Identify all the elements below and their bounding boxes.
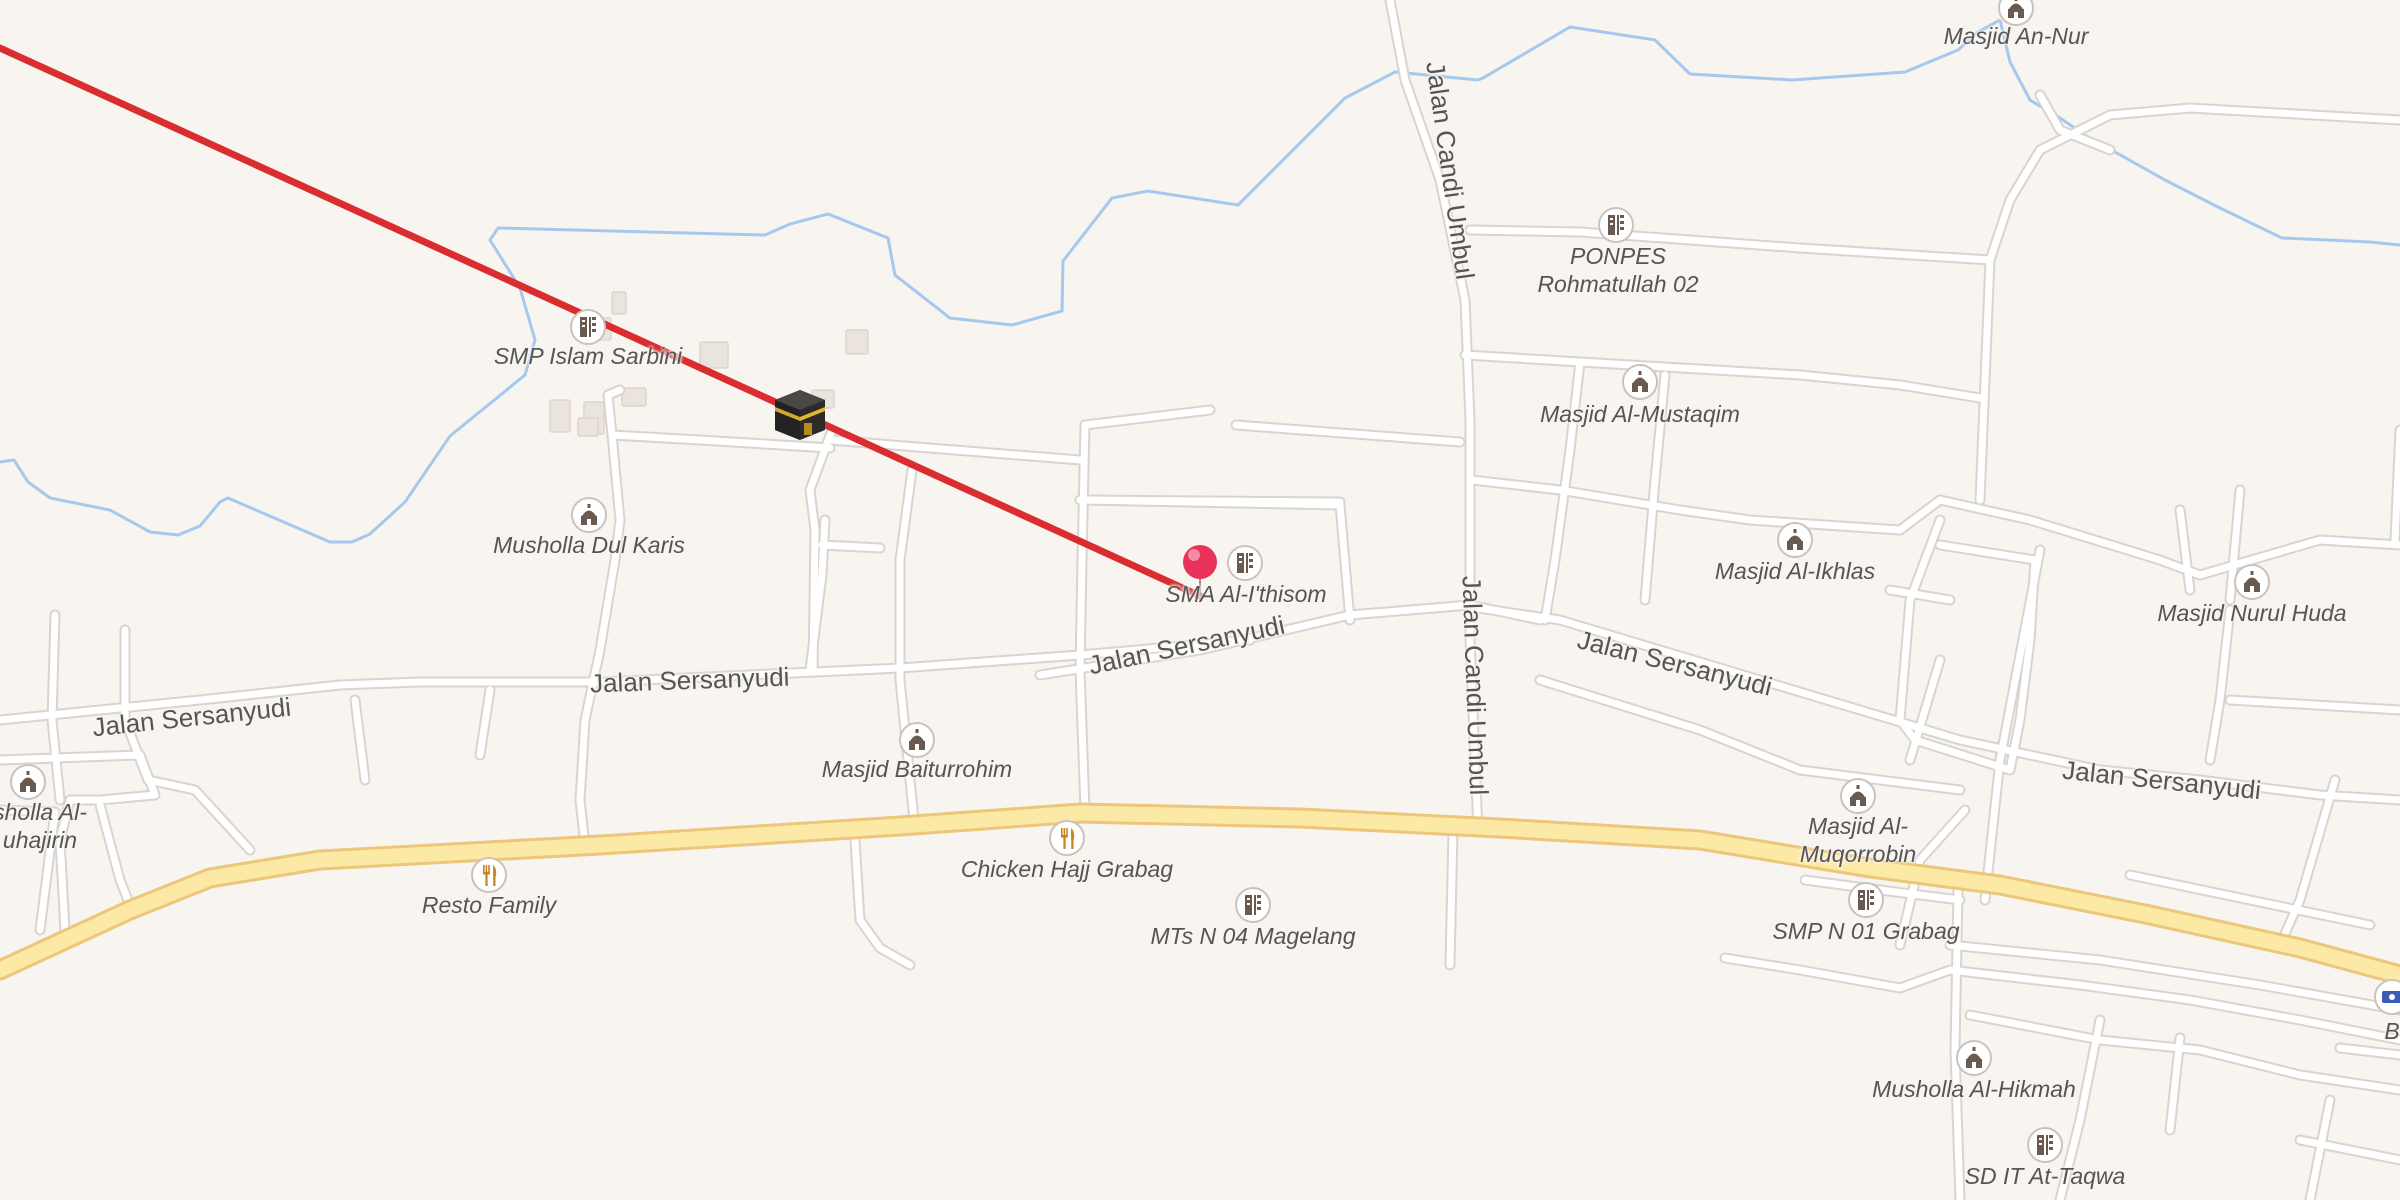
- mosque-icon[interactable]: [1622, 364, 1658, 400]
- road-segment: [1446, 826, 1457, 969]
- map-canvas[interactable]: Jalan Sersanyudi Jalan Sersanyudi Jalan …: [0, 0, 2400, 1200]
- poi-label[interactable]: Masjid Al-Mustaqim: [1540, 400, 1740, 428]
- building: [549, 399, 571, 433]
- poi-label[interactable]: Chicken Hajj Grabag: [961, 855, 1173, 883]
- poi-label[interactable]: sholla Al- uhajirin: [0, 798, 87, 854]
- poi-label[interactable]: Masjid An-Nur: [1944, 22, 2089, 50]
- school-icon: [580, 317, 596, 337]
- building: [845, 329, 869, 355]
- poi-label[interactable]: MTs N 04 Magelang: [1151, 922, 1356, 950]
- road-segment: [2226, 696, 2400, 714]
- school-icon: [1237, 553, 1253, 573]
- mosque-icon: [2244, 571, 2260, 592]
- mosque-icon: [2008, 0, 2024, 18]
- mosque-icon[interactable]: [571, 497, 607, 533]
- mosque-icon[interactable]: [2234, 564, 2270, 600]
- school-icon: [1245, 895, 1261, 915]
- school-icon: [2037, 1135, 2053, 1155]
- road-segment: [2391, 426, 2400, 544]
- road-segment: [2176, 506, 2194, 594]
- river: [0, 18, 2001, 544]
- mosque-icon: [909, 729, 925, 750]
- school-icon[interactable]: [1227, 545, 1263, 581]
- poi-label[interactable]: Musholla Dul Karis: [493, 531, 685, 559]
- poi-label[interactable]: Masjid Al-Ikhlas: [1715, 557, 1875, 585]
- building: [621, 387, 647, 407]
- school-icon[interactable]: [570, 309, 606, 345]
- school-icon: [1608, 215, 1624, 235]
- road-segment: [1076, 496, 1344, 506]
- school-icon[interactable]: [2027, 1127, 2063, 1163]
- bank-icon: [2382, 991, 2400, 1003]
- poi-label[interactable]: SD IT At-Taqwa: [1965, 1162, 2126, 1190]
- restaurant-icon: [1061, 828, 1075, 849]
- road-casing-segment: [119, 624, 256, 856]
- poi-label[interactable]: Masjid Al- Muqorrobin: [1800, 812, 1916, 868]
- building: [611, 291, 627, 315]
- road-casing-segment: [1974, 102, 2400, 506]
- mosque-icon: [1966, 1047, 1982, 1068]
- school-icon[interactable]: [1848, 882, 1884, 918]
- road-segment: [818, 541, 884, 552]
- road-segment: [1076, 421, 1089, 814]
- mosque-icon: [20, 771, 36, 792]
- poi-label[interactable]: Resto Family: [422, 891, 556, 919]
- poi-label[interactable]: SMP Islam Sarbini: [494, 342, 682, 370]
- poi-label[interactable]: B: [2384, 1017, 2399, 1045]
- mosque-icon: [1787, 529, 1803, 550]
- poi-label[interactable]: SMP N 01 Grabag: [1772, 917, 1959, 945]
- road-segment: [476, 686, 494, 759]
- mosque-icon: [1850, 785, 1866, 806]
- poi-label[interactable]: Musholla Al-Hikmah: [1872, 1075, 2076, 1103]
- mosque-icon[interactable]: [1840, 778, 1876, 814]
- mosque-icon[interactable]: [899, 722, 935, 758]
- road-segment: [1976, 104, 2400, 504]
- poi-label[interactable]: Masjid Baiturrohim: [822, 755, 1012, 783]
- restaurant-icon[interactable]: [1049, 820, 1085, 856]
- school-icon[interactable]: [1235, 887, 1271, 923]
- road-segment: [121, 626, 254, 854]
- mosque-icon[interactable]: [10, 764, 46, 800]
- mosque-icon[interactable]: [1956, 1040, 1992, 1076]
- restaurant-icon[interactable]: [471, 857, 507, 893]
- road-segment: [351, 696, 369, 784]
- poi-label[interactable]: PONPES Rohmatullah 02: [1537, 242, 1698, 298]
- poi-label[interactable]: SMA Al-I'thisom: [1165, 580, 1326, 608]
- road-segment: [96, 801, 134, 909]
- building: [577, 417, 599, 437]
- road-segment: [1232, 421, 1464, 446]
- school-icon: [1858, 890, 1874, 910]
- bank-icon[interactable]: [2374, 979, 2400, 1015]
- road-segment: [1886, 586, 1954, 604]
- school-icon[interactable]: [1598, 207, 1634, 243]
- poi-label[interactable]: Masjid Nurul Huda: [2157, 599, 2346, 627]
- road-segment: [1461, 351, 1984, 402]
- mosque-icon: [581, 504, 597, 525]
- building: [699, 341, 729, 369]
- mosque-icon: [1632, 371, 1648, 392]
- kaaba-icon: [775, 390, 825, 440]
- mosque-icon[interactable]: [1777, 522, 1813, 558]
- restaurant-icon: [483, 865, 497, 886]
